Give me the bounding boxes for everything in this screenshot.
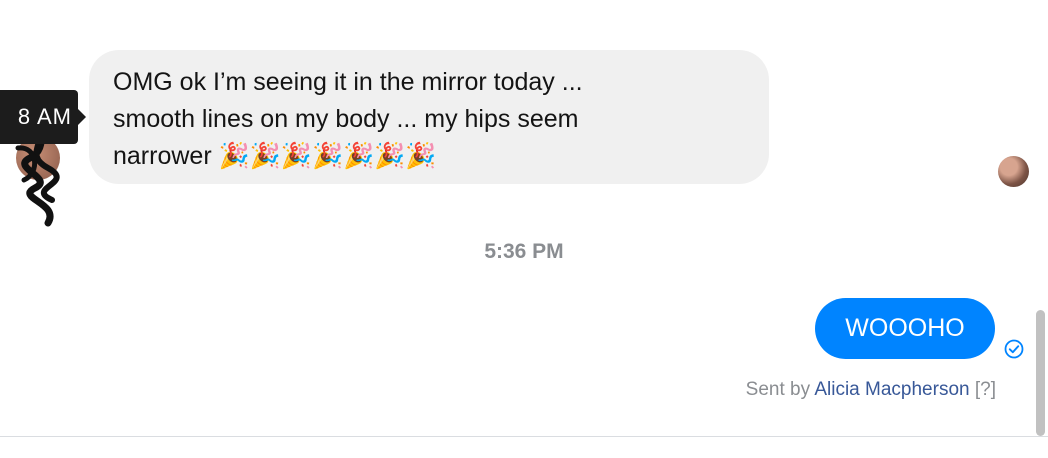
read-receipt-avatar <box>998 156 1029 187</box>
incoming-message-line: OMG ok I’m seeing it in the mirror today… <box>113 68 583 96</box>
sent-by-line: Sent by Alicia Macpherson [?] <box>746 379 996 401</box>
message-time-tooltip: 8 AM <box>0 90 86 144</box>
incoming-message-line: narrower <box>113 142 212 170</box>
scrollbar-thumb[interactable] <box>1036 310 1045 436</box>
composer-divider <box>0 436 1048 437</box>
incoming-message-line: smooth lines on my body ... my hips seem <box>113 105 579 133</box>
sender-name-link[interactable]: Alicia Macpherson <box>814 379 969 400</box>
incoming-message-bubble[interactable]: OMG ok I’m seeing it in the mirror today… <box>89 50 769 184</box>
party-popper-emojis: 🎉🎉🎉🎉🎉🎉🎉 <box>218 142 437 170</box>
outgoing-message-bubble[interactable]: WOOOHO <box>815 298 995 359</box>
help-link[interactable]: [?] <box>975 379 996 400</box>
sent-by-label: Sent by <box>745 379 811 400</box>
chat-thread: 8 AM OMG ok I’m seeing it in the mirror … <box>0 0 1048 458</box>
sent-check-icon <box>1004 339 1024 359</box>
chat-timestamp: 5:36 PM <box>484 240 564 263</box>
